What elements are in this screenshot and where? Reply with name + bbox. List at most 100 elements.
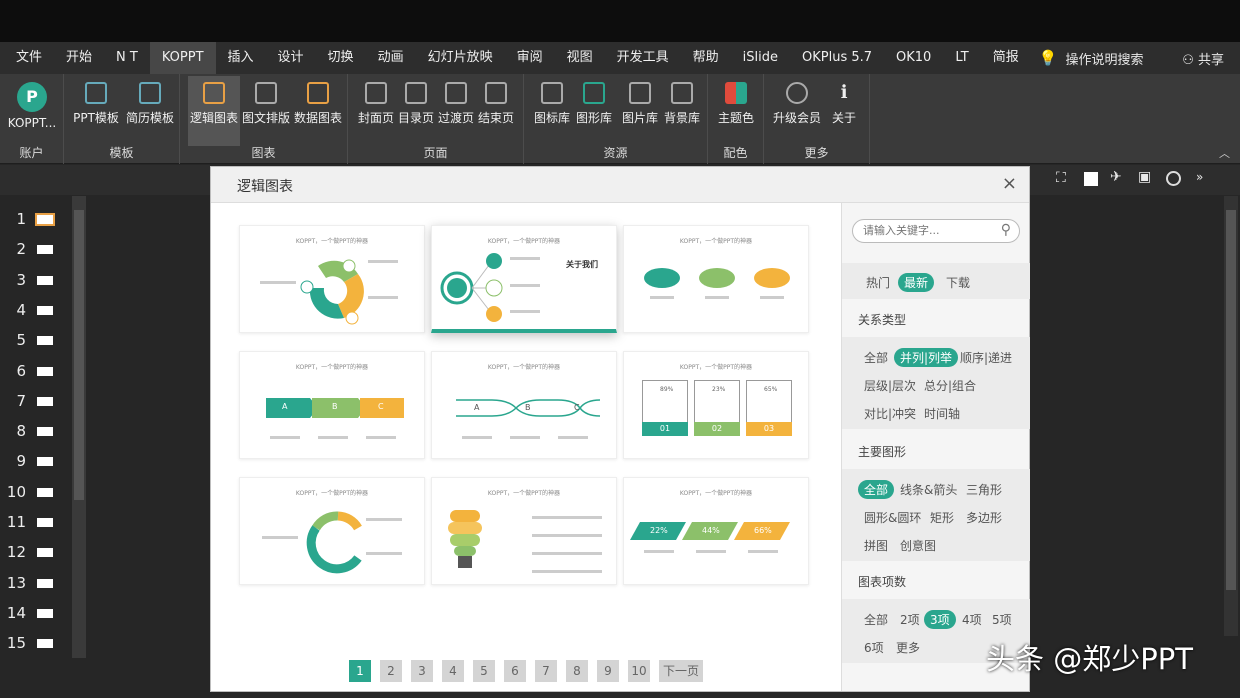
page-button[interactable]: 1 [349, 660, 371, 682]
filter-chip[interactable]: 并列|列举 [894, 348, 959, 367]
scrollbar-thumb[interactable] [74, 210, 84, 500]
tab-insert[interactable]: 插入 [216, 42, 266, 74]
filter-chip[interactable]: 全部 [858, 480, 895, 499]
filter-chip[interactable]: 3项 [924, 610, 956, 629]
tab-view[interactable]: 视图 [555, 42, 605, 74]
filter-chip[interactable]: 2项 [900, 611, 920, 628]
filter-chip[interactable]: 全部 [864, 349, 888, 366]
more-arrow-icon[interactable]: » [1196, 170, 1203, 184]
slide-thumbnail[interactable] [37, 427, 53, 437]
filter-chip[interactable]: 总分|组合 [924, 377, 976, 394]
end-page-button[interactable]: 结束页 [476, 76, 516, 138]
tab-brief[interactable]: 简报 [981, 42, 1031, 74]
background-library-button[interactable]: 背景库 [662, 76, 702, 138]
slide-thumbnail[interactable] [37, 275, 53, 285]
slide-thumbnail[interactable] [37, 396, 53, 406]
slide-thumbnail[interactable] [37, 245, 53, 255]
cover-page-button[interactable]: 封面页 [356, 76, 396, 138]
toc-page-button[interactable]: 目录页 [396, 76, 436, 138]
page-button[interactable]: 9 [597, 660, 619, 682]
crop-icon[interactable]: ⛶ [1056, 170, 1066, 186]
filter-chip[interactable]: 线条&箭头 [900, 481, 957, 498]
slide-thumbnail[interactable] [37, 366, 53, 376]
filter-chip[interactable]: 6项 [864, 639, 884, 656]
tab-ok10[interactable]: OK10 [884, 42, 943, 74]
template-card-selected[interactable]: KOPPT，一个做PPT的神器 关于我们 [431, 225, 617, 333]
tab-lt[interactable]: LT [943, 42, 980, 74]
tab-animation[interactable]: 动画 [366, 42, 416, 74]
main-scrollbar[interactable] [1224, 196, 1238, 636]
template-card[interactable]: KOPPT，一个做PPT的神器 [431, 477, 617, 585]
tab-design[interactable]: 设计 [266, 42, 316, 74]
close-icon[interactable]: × [1002, 173, 1017, 194]
filter-chip[interactable]: 层级|层次 [864, 377, 916, 394]
page-button[interactable]: 6 [504, 660, 526, 682]
search-icon[interactable]: ⚲ [1001, 222, 1011, 238]
sort-newest[interactable]: 最新 [898, 273, 935, 292]
tab-transition[interactable]: 切换 [316, 42, 366, 74]
filter-chip[interactable]: 顺序|递进 [960, 349, 1012, 366]
upgrade-button[interactable]: 升级会员 [770, 76, 824, 138]
page-button[interactable]: 5 [473, 660, 495, 682]
template-card[interactable]: KOPPT，一个做PPT的神器 [239, 477, 425, 585]
sort-download[interactable]: 下载 [946, 274, 970, 291]
tab-koppt[interactable]: KOPPT [149, 42, 216, 74]
sort-hot[interactable]: 热门 [866, 274, 890, 291]
slide-thumbnail[interactable] [35, 213, 55, 226]
filter-chip[interactable]: 多边形 [966, 509, 1002, 526]
square-icon[interactable] [1084, 172, 1098, 186]
bird-icon[interactable]: ✈ [1110, 169, 1122, 185]
tab-developer[interactable]: 开发工具 [605, 42, 681, 74]
slide-thumbnail[interactable] [37, 336, 53, 346]
page-button[interactable]: 4 [442, 660, 464, 682]
next-page-button[interactable]: 下一页 [659, 660, 703, 682]
slide-thumbnail[interactable] [37, 487, 53, 497]
transition-page-button[interactable]: 过渡页 [436, 76, 476, 138]
filter-chip[interactable]: 5项 [992, 611, 1012, 628]
filter-chip[interactable]: 4项 [962, 611, 982, 628]
slide-thumbnail[interactable] [37, 608, 53, 618]
filter-chip[interactable]: 圆形&圆环 [864, 509, 921, 526]
slide-thumbnail[interactable] [37, 457, 53, 467]
page-button[interactable]: 7 [535, 660, 557, 682]
template-card[interactable]: KOPPT，一个做PPT的神器 [239, 225, 425, 333]
page-button[interactable]: 2 [380, 660, 402, 682]
filter-chip[interactable]: 创意图 [900, 537, 936, 554]
ppt-template-button[interactable]: PPT模板 [70, 76, 122, 138]
collapse-ribbon-icon[interactable]: ︿ [1219, 145, 1230, 161]
shape-library-button[interactable]: 图形库 [574, 76, 614, 138]
tab-home[interactable]: 开始 [54, 42, 104, 74]
slide-thumbnail[interactable] [37, 518, 53, 527]
filter-chip[interactable]: 对比|冲突 [864, 405, 916, 422]
tab-review[interactable]: 审阅 [505, 42, 555, 74]
page-button[interactable]: 10 [628, 660, 650, 682]
data-chart-button[interactable]: 数据图表 [292, 76, 344, 138]
text-layout-button[interactable]: 图文排版 [240, 76, 292, 138]
main-scrollbar-thumb[interactable] [1226, 210, 1236, 590]
icon-library-button[interactable]: 图标库 [532, 76, 572, 138]
tab-islide[interactable]: iSlide [731, 42, 790, 74]
picture-icon[interactable]: ▣ [1138, 169, 1151, 185]
filter-chip[interactable]: 更多 [896, 639, 920, 656]
share-button[interactable]: ⚇ 共享 [1182, 49, 1224, 68]
about-button[interactable]: ℹ 关于 [826, 76, 862, 138]
filter-chip[interactable]: 全部 [864, 611, 888, 628]
tab-file[interactable]: 文件 [4, 42, 54, 74]
tab-help[interactable]: 帮助 [681, 42, 731, 74]
resume-template-button[interactable]: 简历模板 [124, 76, 176, 138]
template-card[interactable]: KOPPT，一个做PPT的神器 [623, 225, 809, 333]
circle-icon[interactable] [1166, 171, 1181, 186]
image-library-button[interactable]: 图片库 [620, 76, 660, 138]
page-button[interactable]: 8 [566, 660, 588, 682]
tab-slideshow[interactable]: 幻灯片放映 [416, 42, 505, 74]
slide-thumbnail[interactable] [37, 305, 53, 315]
filter-chip[interactable]: 三角形 [966, 481, 1002, 498]
help-search[interactable]: 操作说明搜索 [1065, 49, 1143, 68]
page-button[interactable]: 3 [411, 660, 433, 682]
slide-thumbnail[interactable] [37, 639, 53, 649]
tab-okplus[interactable]: OKPlus 5.7 [790, 42, 884, 74]
logic-chart-button[interactable]: 逻辑图表 [188, 76, 240, 146]
search-input[interactable] [863, 224, 993, 237]
slide-scrollbar[interactable] [72, 196, 86, 658]
theme-color-button[interactable]: 主题色 [714, 76, 758, 138]
